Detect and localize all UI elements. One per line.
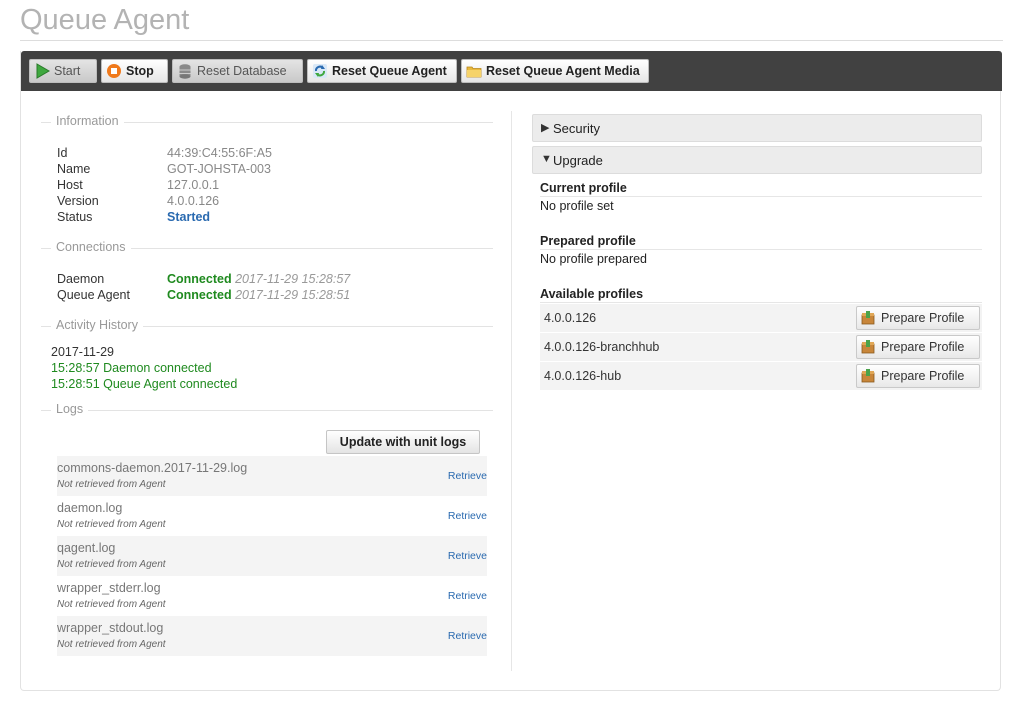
package-icon — [861, 340, 875, 354]
update-with-unit-logs-button[interactable]: Update with unit logs — [326, 430, 480, 454]
status-value: Started — [167, 210, 211, 224]
available-profiles-heading: Available profiles — [540, 287, 644, 301]
log-filename: commons-daemon.2017-11-29.log — [57, 461, 248, 475]
log-filename: qagent.log — [57, 541, 116, 555]
status-label: Status — [57, 210, 93, 224]
retrieve-link[interactable]: Retrieve — [448, 630, 487, 642]
collapse-arrow-icon: ▼ — [541, 153, 552, 165]
profile-row: 4.0.0.126 Prepare Profile — [540, 304, 982, 332]
profile-name: 4.0.0.126 — [544, 311, 597, 325]
activity-entry: 15:28:51 Queue Agent connected — [51, 377, 238, 391]
retrieve-link[interactable]: Retrieve — [448, 470, 487, 482]
version-label: Version — [57, 194, 99, 208]
security-label: Security — [553, 121, 600, 136]
log-filename: wrapper_stdout.log — [57, 621, 164, 635]
refresh-icon — [312, 63, 328, 79]
daemon-status: Connected — [167, 272, 232, 286]
upgrade-accordion-header[interactable]: ▼ Upgrade — [532, 146, 982, 174]
stop-icon — [106, 63, 122, 79]
logs-legend: Logs — [41, 402, 493, 417]
retrieve-link[interactable]: Retrieve — [448, 590, 487, 602]
package-icon — [861, 311, 875, 325]
log-row: commons-daemon.2017-11-29.log Not retrie… — [57, 456, 487, 496]
log-filename: daemon.log — [57, 501, 123, 515]
id-value: 44:39:C4:55:6F:A5 — [167, 146, 272, 160]
title-divider — [20, 40, 1003, 41]
daemon-timestamp: 2017-11-29 15:28:57 — [235, 272, 351, 286]
name-label: Name — [57, 162, 91, 176]
host-label: Host — [57, 178, 83, 192]
queue-agent-status: Connected — [167, 288, 232, 302]
log-status: Not retrieved from Agent — [57, 559, 166, 570]
folder-icon — [466, 63, 482, 79]
profile-name: 4.0.0.126-branchhub — [544, 340, 660, 354]
information-legend: Information — [41, 114, 493, 129]
activity-date: 2017-11-29 — [51, 345, 115, 359]
upgrade-label: Upgrade — [553, 153, 603, 168]
version-value: 4.0.0.126 — [167, 194, 220, 208]
prepared-profile-value: No profile prepared — [540, 252, 648, 266]
log-row: wrapper_stderr.log Not retrieved from Ag… — [57, 576, 487, 616]
retrieve-link[interactable]: Retrieve — [448, 550, 487, 562]
log-status: Not retrieved from Agent — [57, 599, 166, 610]
prepare-profile-button[interactable]: Prepare Profile — [856, 364, 980, 388]
database-icon — [177, 63, 193, 79]
reset-queue-agent-media-button[interactable]: Reset Queue Agent Media — [461, 59, 649, 83]
current-profile-heading: Current profile — [540, 181, 627, 195]
main-panel: Start Stop Reset Database Reset Queue Ag… — [20, 51, 1002, 691]
package-icon — [861, 369, 875, 383]
queue-agent-label: Queue Agent — [57, 288, 130, 302]
prepare-profile-button[interactable]: Prepare Profile — [856, 335, 980, 359]
start-button[interactable]: Start — [29, 59, 97, 83]
stop-button[interactable]: Stop — [101, 59, 168, 83]
log-filename: wrapper_stderr.log — [57, 581, 161, 595]
profile-row: 4.0.0.126-branchhub Prepare Profile — [540, 333, 982, 361]
activity-entry: 15:28:57 Daemon connected — [51, 361, 212, 375]
expand-arrow-icon: ▶ — [541, 122, 550, 134]
daemon-label: Daemon — [57, 272, 105, 286]
log-row: wrapper_stdout.log Not retrieved from Ag… — [57, 616, 487, 656]
log-status: Not retrieved from Agent — [57, 639, 166, 650]
play-icon — [34, 63, 50, 79]
profile-row: 4.0.0.126-hub Prepare Profile — [540, 362, 982, 390]
id-label: Id — [57, 146, 68, 160]
reset-database-button[interactable]: Reset Database — [172, 59, 303, 83]
profile-name: 4.0.0.126-hub — [544, 369, 622, 383]
reset-queue-agent-button[interactable]: Reset Queue Agent — [307, 59, 457, 83]
queue-agent-connection: Connected 2017-11-29 15:28:51 — [167, 288, 350, 302]
column-divider — [511, 111, 512, 671]
host-value: 127.0.0.1 — [167, 178, 220, 192]
log-status: Not retrieved from Agent — [57, 479, 166, 490]
log-status: Not retrieved from Agent — [57, 519, 166, 530]
security-accordion-header[interactable]: ▶ Security — [532, 114, 982, 142]
prepare-profile-button[interactable]: Prepare Profile — [856, 306, 980, 330]
activity-history-legend: Activity History — [41, 318, 493, 333]
prepared-profile-heading: Prepared profile — [540, 234, 636, 248]
page-title: Queue Agent — [20, 4, 190, 36]
daemon-connection: Connected 2017-11-29 15:28:57 — [167, 272, 350, 286]
current-profile-value: No profile set — [540, 199, 614, 213]
queue-agent-timestamp: 2017-11-29 15:28:51 — [235, 288, 351, 302]
connections-legend: Connections — [41, 240, 493, 255]
log-row: qagent.log Not retrieved from Agent Retr… — [57, 536, 487, 576]
log-row: daemon.log Not retrieved from Agent Retr… — [57, 496, 487, 536]
toolbar: Start Stop Reset Database Reset Queue Ag… — [21, 51, 1002, 91]
name-value: GOT-JOHSTA-003 — [167, 162, 271, 176]
retrieve-link[interactable]: Retrieve — [448, 510, 487, 522]
